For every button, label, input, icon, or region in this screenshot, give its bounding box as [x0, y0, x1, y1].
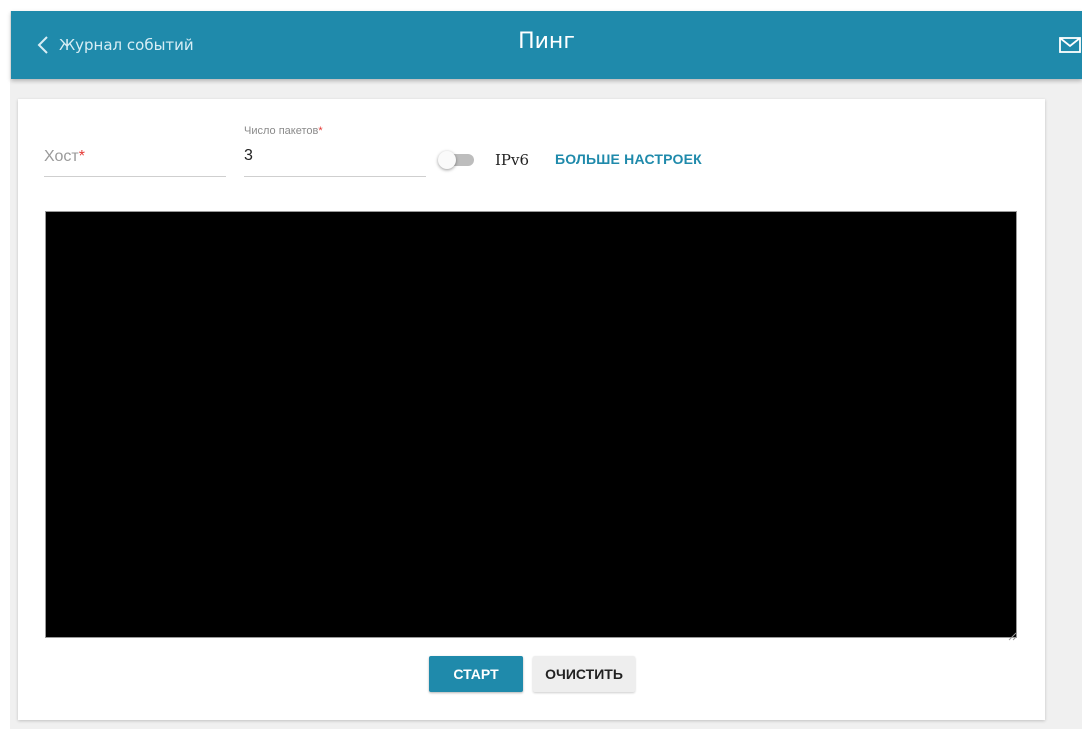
clear-button[interactable]: ОЧИСТИТЬ — [533, 656, 635, 692]
start-button[interactable]: СТАРТ — [429, 656, 523, 692]
packet-count-label: Число пакетов* — [244, 125, 323, 137]
chevron-left-icon — [33, 33, 53, 57]
ping-card: Хост* Число пакетов* IPv6 БОЛЬШЕ НАСТРОЕ… — [18, 99, 1045, 720]
packet-count-label-text: Число пакетов — [244, 125, 319, 137]
packet-count-required-mark: * — [318, 125, 323, 137]
ping-output-console[interactable] — [45, 211, 1017, 638]
packet-count-field: Число пакетов* — [244, 125, 426, 177]
host-underline — [44, 176, 226, 177]
back-link[interactable]: Журнал событий — [33, 30, 194, 60]
mail-icon[interactable] — [1058, 35, 1082, 55]
host-field: Хост* — [44, 139, 226, 177]
ipv6-label: IPv6 — [495, 151, 530, 169]
header-bar: Журнал событий Пинг — [11, 11, 1082, 79]
left-margin — [0, 0, 10, 729]
ipv6-toggle[interactable] — [438, 151, 476, 169]
ipv6-toggle-thumb — [438, 151, 456, 169]
top-margin — [0, 0, 1082, 11]
back-link-label: Журнал событий — [59, 36, 194, 54]
packet-count-input[interactable] — [244, 145, 414, 167]
more-settings-link[interactable]: БОЛЬШЕ НАСТРОЕК — [555, 151, 702, 167]
packet-count-underline — [244, 176, 426, 177]
host-input[interactable] — [44, 147, 204, 169]
page: Журнал событий Пинг Хост* Число пакетов*… — [0, 0, 1082, 729]
